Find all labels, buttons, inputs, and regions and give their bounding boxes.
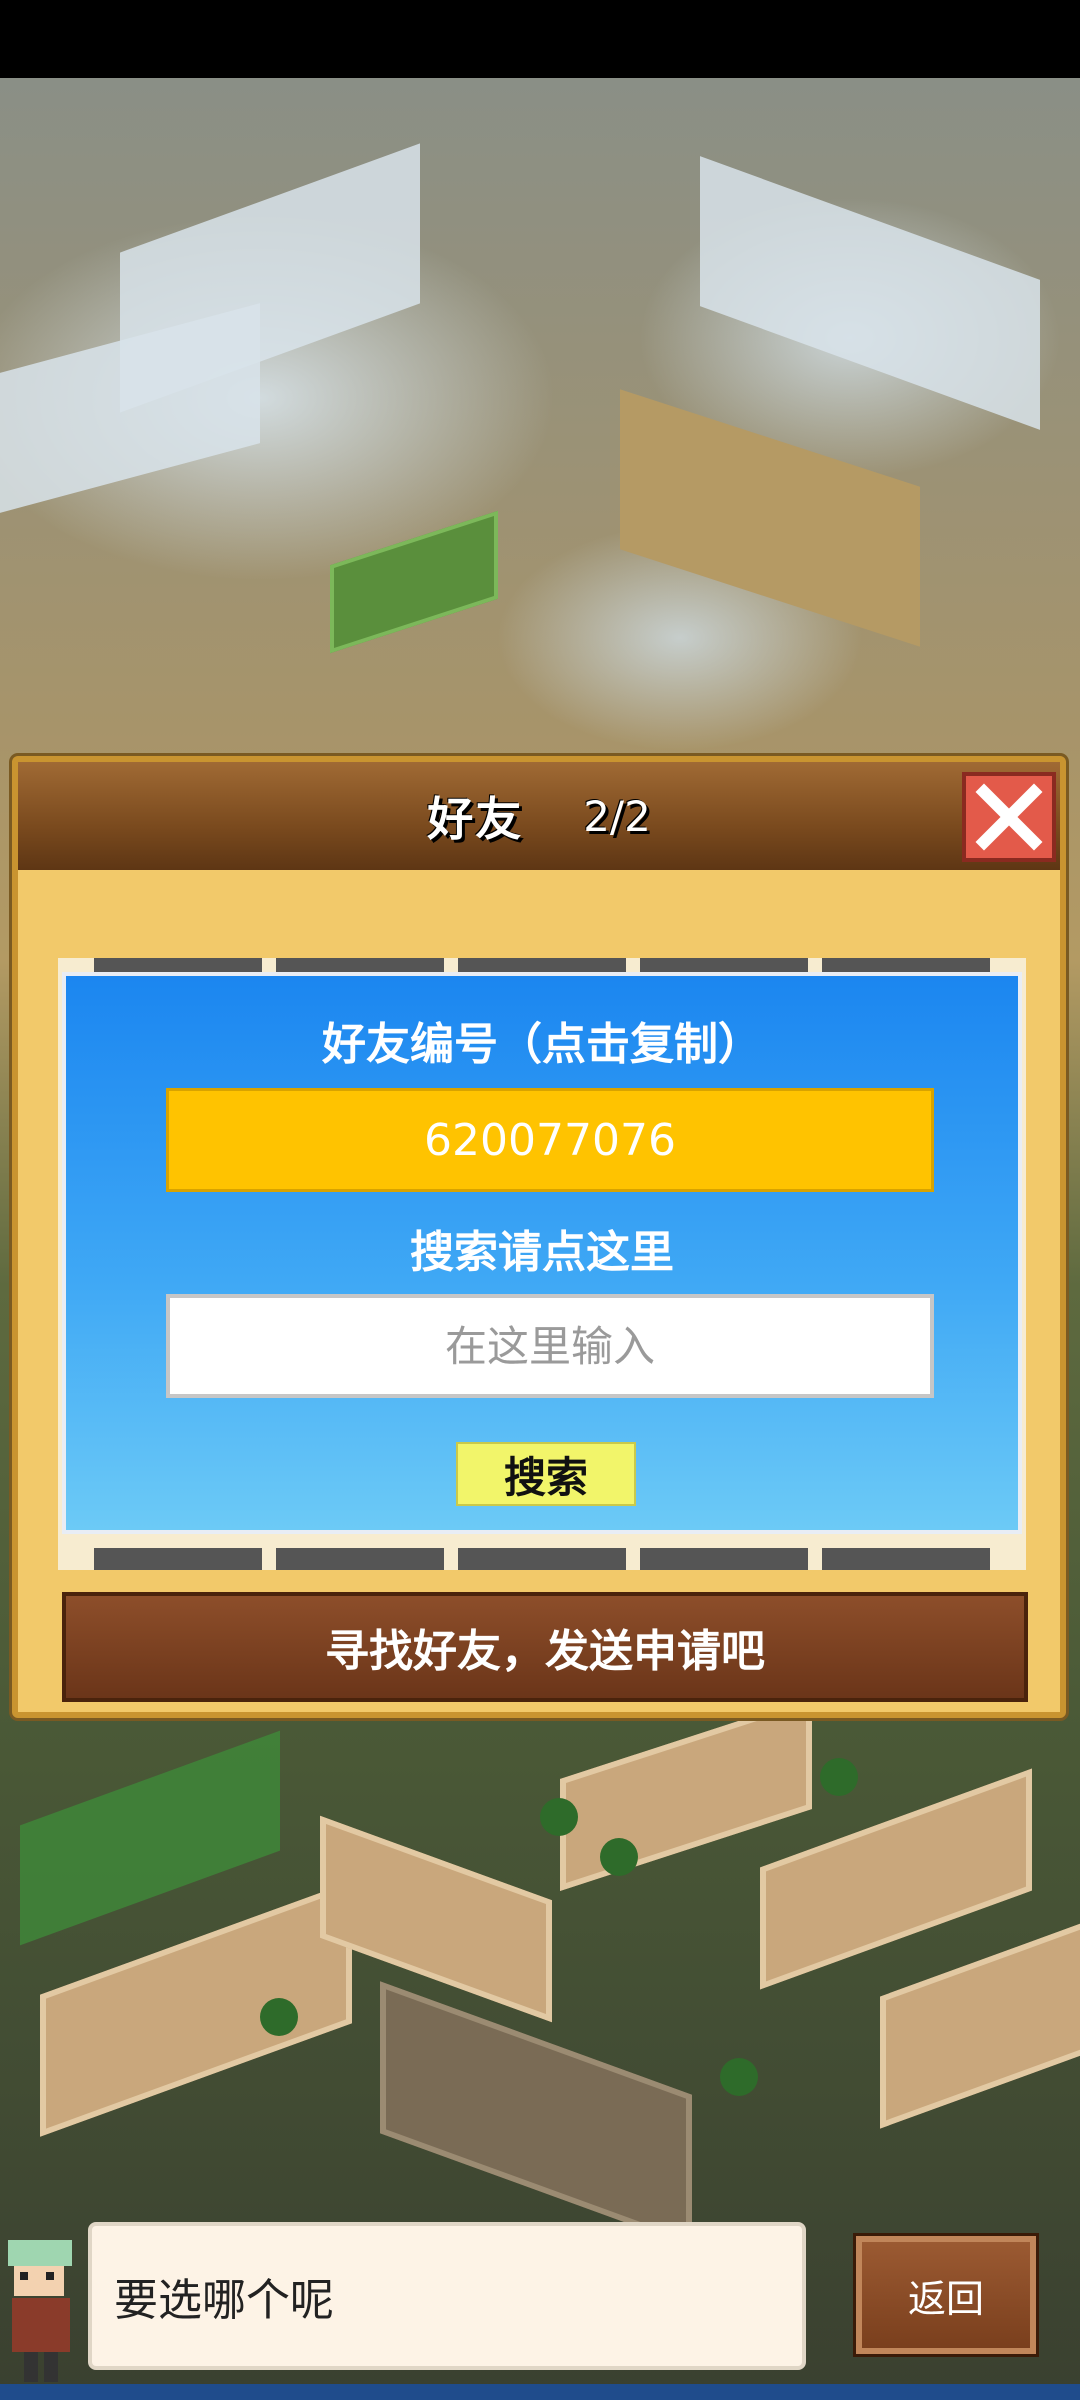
- page-tab[interactable]: [276, 1548, 444, 1570]
- dialog-title: 好友: [427, 792, 524, 846]
- building: [320, 1815, 552, 2023]
- back-button[interactable]: 返回: [856, 2236, 1036, 2354]
- speech-text: 要选哪个呢: [114, 2275, 334, 2326]
- page-tab[interactable]: [640, 1548, 808, 1570]
- dialog-header: 好友 2/2: [18, 762, 1060, 870]
- page-tabs-top: [58, 958, 1026, 972]
- page-tab[interactable]: [822, 1548, 990, 1570]
- find-friends-button[interactable]: 寻找好友，发送申请吧: [62, 1592, 1028, 1702]
- back-button-label: 返回: [907, 2276, 984, 2321]
- grass-patch: [20, 1730, 280, 1946]
- tree: [600, 1838, 638, 1876]
- friend-count: 2/2: [583, 791, 651, 841]
- building: [880, 1919, 1080, 2129]
- find-friends-label: 寻找好友，发送申请吧: [325, 1626, 765, 1677]
- friend-id-panel: 好友编号（点击复制） 620077076 搜索请点这里 搜索: [62, 972, 1022, 1534]
- friend-search-input[interactable]: [166, 1294, 934, 1398]
- friend-id-value: 620077076: [424, 1114, 676, 1166]
- friend-panel-frame: 好友编号（点击复制） 620077076 搜索请点这里 搜索: [58, 958, 1026, 1570]
- friend-dialog: 好友 2/2 好友编号（点击复制） 620077076 搜索请点这里 搜索: [12, 756, 1066, 1718]
- advisor-speech-bubble: 要选哪个呢: [88, 2222, 806, 2370]
- search-button[interactable]: 搜索: [456, 1442, 636, 1506]
- tree: [260, 1998, 298, 2036]
- snow-patch: [700, 156, 1040, 430]
- dirt-area: [620, 389, 920, 647]
- bottom-bar: 要选哪个呢 返回: [0, 2222, 1080, 2400]
- search-button-label: 搜索: [503, 1452, 588, 1502]
- search-label: 搜索请点这里: [410, 1227, 674, 1278]
- bottom-strip: [0, 2384, 1080, 2400]
- page-tabs-bottom[interactable]: [58, 1548, 1026, 1570]
- close-x-icon: [975, 783, 1043, 851]
- page-tab[interactable]: [458, 1548, 626, 1570]
- close-button[interactable]: [962, 772, 1056, 862]
- tree: [720, 2058, 758, 2096]
- advisor-avatar: [8, 2240, 72, 2382]
- status-bar: [0, 0, 1080, 78]
- tree: [540, 1798, 578, 1836]
- tree: [820, 1758, 858, 1796]
- building: [380, 1981, 692, 2247]
- page-tab[interactable]: [94, 1548, 262, 1570]
- friend-id-copy-box[interactable]: 620077076: [166, 1088, 934, 1192]
- friend-id-label: 好友编号（点击复制）: [322, 1019, 762, 1070]
- crop-field: [330, 510, 498, 654]
